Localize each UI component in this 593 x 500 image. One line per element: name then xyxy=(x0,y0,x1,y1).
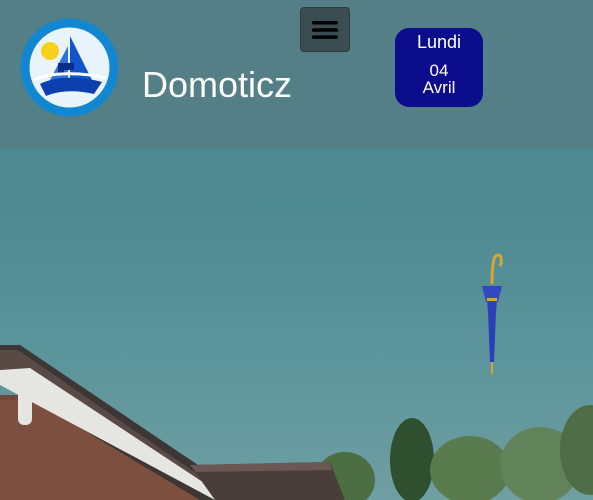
site-title: Domoticz xyxy=(142,64,293,105)
date-day: Lundi xyxy=(416,32,462,52)
menu-button[interactable] xyxy=(300,7,350,52)
umbrella-icon[interactable] xyxy=(478,252,506,376)
date-month: Avril xyxy=(422,78,456,97)
background-photo: Domoticz Lundi 04 Avril xyxy=(0,0,593,500)
date-number: 04 xyxy=(429,61,449,80)
date-widget: Lundi 04 Avril xyxy=(395,28,483,107)
hamburger-menu-icon xyxy=(312,20,338,39)
domoticz-logo-icon xyxy=(20,18,119,117)
